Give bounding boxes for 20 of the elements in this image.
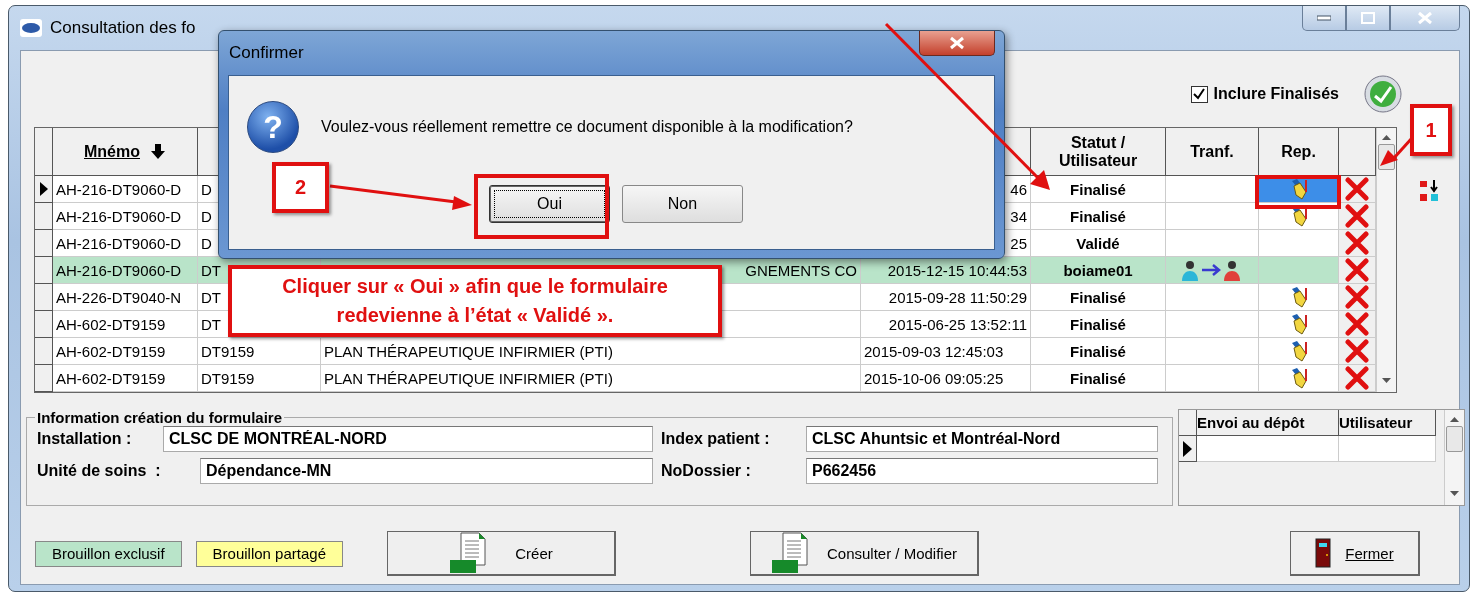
legend-swatch: Brouillon partagé [195,540,343,567]
step-number: 1 [1410,104,1452,156]
table-cell: AH-602-DT9159 [53,365,198,392]
header-label: Mnémo [84,142,140,161]
legend-swatch: Brouillon exclusif [35,540,182,567]
dialog-title: Confirmer [229,43,304,63]
step-number: 2 [272,162,329,213]
question-icon: ? [247,101,299,153]
table-cell: DT9159 [198,365,321,392]
callout-note: Cliquer sur « Oui » afin que le formulaire redevienne à l’état « Validé ». [228,265,722,337]
table-cell: PLAN THÉRAPEUTIQUE INFIRMIER (PTI) [321,365,861,392]
field-label: Unité de soins : [37,462,162,480]
dialog-message: Voulez-vous réellement remettre ce document disponible à la modification? [321,118,853,136]
table-cell: 2015-10-06 09:05:25 [861,365,1031,392]
field-label: Index patient : [661,430,771,448]
field-label: NoDossier : [661,462,752,480]
field-label: Installation : [37,430,133,448]
table-cell: Finalisé [1031,365,1166,392]
panel-title: Information création du formulaire [36,409,284,426]
window-title: Consultation des fo [50,18,196,38]
